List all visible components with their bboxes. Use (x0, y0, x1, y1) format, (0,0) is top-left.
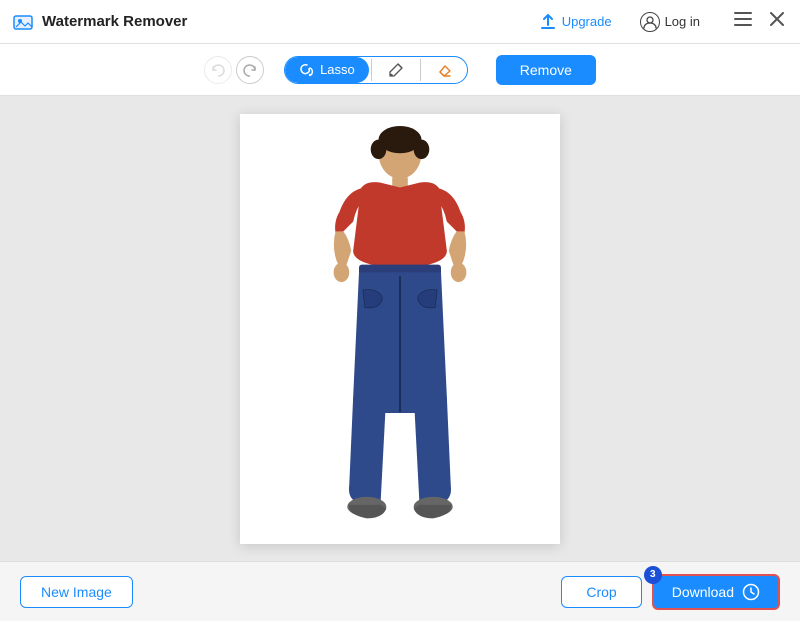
upgrade-button[interactable]: Upgrade (533, 9, 618, 35)
app-title: Watermark Remover (42, 13, 187, 30)
title-bar: Watermark Remover Upgrade Log in (0, 0, 800, 44)
download-badge: 3 (644, 566, 662, 584)
tool-divider-1 (371, 59, 372, 81)
lasso-tool-button[interactable]: Lasso (285, 57, 369, 83)
tool-group: Lasso (284, 56, 468, 84)
person-image (300, 124, 500, 534)
login-button[interactable]: Log in (634, 8, 706, 36)
download-button[interactable]: Download (652, 574, 780, 610)
upgrade-icon (539, 13, 557, 31)
remove-button[interactable]: Remove (496, 55, 596, 85)
erase-tool-button[interactable] (423, 57, 467, 83)
bottom-bar: New Image Crop 3 Download (0, 561, 800, 621)
lasso-icon (299, 62, 315, 78)
toolbar: Lasso Remove (0, 44, 800, 96)
undo-icon (211, 63, 225, 77)
redo-button[interactable] (236, 56, 264, 84)
redo-icon (243, 63, 257, 77)
download-wrapper: 3 Download (652, 574, 780, 610)
window-controls (730, 10, 788, 33)
title-left: Watermark Remover (12, 11, 187, 33)
brush-icon (388, 62, 404, 78)
brush-tool-button[interactable] (374, 57, 418, 83)
erase-icon (437, 62, 453, 78)
image-canvas (240, 114, 560, 544)
clock-icon (742, 583, 760, 601)
main-canvas-area (0, 96, 800, 561)
title-right: Upgrade Log in (533, 8, 788, 36)
undo-button[interactable] (204, 56, 232, 84)
nav-buttons (204, 56, 264, 84)
app-logo-icon (12, 11, 34, 33)
close-button[interactable] (766, 10, 788, 33)
user-icon (640, 12, 660, 32)
crop-button[interactable]: Crop (561, 576, 641, 608)
hamburger-button[interactable] (730, 10, 756, 33)
tool-divider-2 (420, 59, 421, 81)
new-image-button[interactable]: New Image (20, 576, 133, 608)
right-buttons: Crop 3 Download (561, 574, 780, 610)
